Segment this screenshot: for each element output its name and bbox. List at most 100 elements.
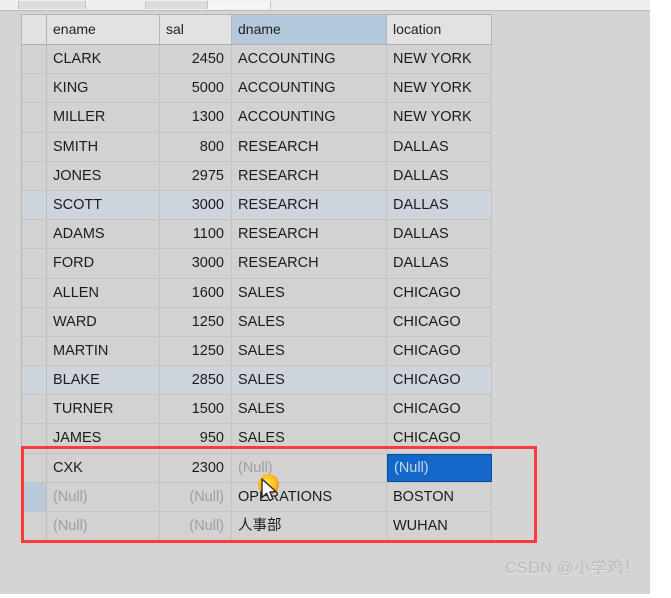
cell-location[interactable]: DALLAS <box>387 161 492 190</box>
cell-dname[interactable]: RESEARCH <box>232 249 387 278</box>
cell-ename[interactable]: FORD <box>47 249 160 278</box>
cell-sal[interactable]: 1500 <box>160 395 232 424</box>
cell-location[interactable]: NEW YORK <box>387 103 492 132</box>
tab-item-2[interactable] <box>145 1 209 9</box>
cell-dname[interactable]: ACCOUNTING <box>232 45 387 74</box>
cell-location[interactable]: CHICAGO <box>387 307 492 336</box>
cell-location[interactable]: BOSTON <box>387 482 492 511</box>
cell-ename[interactable]: (Null) <box>47 482 160 511</box>
column-header-ename[interactable]: ename <box>47 15 160 44</box>
table-row[interactable]: CXK 2300 (Null) (Null) <box>22 453 492 483</box>
cell-dname[interactable]: ACCOUNTING <box>232 103 387 132</box>
cell-sal[interactable]: 1250 <box>160 307 232 336</box>
cell-location[interactable]: NEW YORK <box>387 74 492 103</box>
cell-ename[interactable]: WARD <box>47 307 160 336</box>
tab-item-3[interactable] <box>207 1 271 9</box>
table-row[interactable]: ADAMS 1100 RESEARCH DALLAS <box>22 220 492 250</box>
table-row[interactable]: FORD 3000 RESEARCH DALLAS <box>22 249 492 279</box>
cell-location[interactable]: DALLAS <box>387 249 492 278</box>
cell-dname[interactable]: RESEARCH <box>232 220 387 249</box>
row-gutter[interactable] <box>22 453 47 482</box>
cell-ename[interactable]: (Null) <box>47 512 160 541</box>
cell-sal[interactable]: 2850 <box>160 366 232 395</box>
cell-location[interactable]: CHICAGO <box>387 395 492 424</box>
cell-location-selected[interactable]: (Null) <box>387 453 492 482</box>
table-row[interactable]: WARD 1250 SALES CHICAGO <box>22 307 492 337</box>
cell-sal[interactable]: 1100 <box>160 220 232 249</box>
row-gutter[interactable] <box>22 220 47 249</box>
table-row[interactable]: TURNER 1500 SALES CHICAGO <box>22 395 492 425</box>
cell-ename[interactable]: CLARK <box>47 45 160 74</box>
cell-location[interactable]: WUHAN <box>387 512 492 541</box>
cell-ename[interactable]: MARTIN <box>47 336 160 366</box>
cell-ename[interactable]: JAMES <box>47 424 160 453</box>
cell-ename[interactable]: CXK <box>47 453 160 482</box>
cell-sal[interactable]: 1600 <box>160 278 232 307</box>
row-gutter[interactable] <box>22 249 47 278</box>
cell-dname[interactable]: RESEARCH <box>232 132 387 161</box>
cell-sal[interactable]: 3000 <box>160 249 232 278</box>
cell-ename[interactable]: TURNER <box>47 395 160 424</box>
column-header-sal[interactable]: sal <box>160 15 232 44</box>
cell-sal[interactable]: 1300 <box>160 103 232 132</box>
cell-location[interactable]: CHICAGO <box>387 336 492 366</box>
row-gutter[interactable] <box>22 132 47 161</box>
cell-sal[interactable]: (Null) <box>160 482 232 511</box>
column-header-location[interactable]: location <box>387 15 492 44</box>
cell-ename[interactable]: SMITH <box>47 132 160 161</box>
result-grid[interactable]: ename sal dname location CLARK 2450 ACCO… <box>21 14 492 542</box>
cell-dname[interactable]: SALES <box>232 395 387 424</box>
cell-ename[interactable]: MILLER <box>47 103 160 132</box>
row-gutter[interactable] <box>22 395 47 424</box>
cell-ename[interactable]: KING <box>47 74 160 103</box>
cell-location[interactable]: NEW YORK <box>387 45 492 74</box>
table-row[interactable]: BLAKE 2850 SALES CHICAGO <box>22 366 492 396</box>
row-gutter[interactable] <box>22 307 47 336</box>
cell-dname[interactable]: OPERATIONS <box>232 482 387 511</box>
row-gutter[interactable] <box>22 74 47 103</box>
tab-item-1[interactable] <box>18 1 86 9</box>
row-gutter[interactable] <box>22 45 47 74</box>
row-gutter[interactable] <box>22 512 47 541</box>
cell-dname[interactable]: SALES <box>232 336 387 366</box>
table-row[interactable]: (Null) (Null) 人事部 WUHAN <box>22 512 492 542</box>
cell-sal[interactable]: 950 <box>160 424 232 453</box>
cell-dname[interactable]: SALES <box>232 278 387 307</box>
cell-location[interactable]: DALLAS <box>387 220 492 249</box>
column-header-dname[interactable]: dname <box>232 15 387 44</box>
tab-strip[interactable] <box>0 0 650 11</box>
cell-sal[interactable]: 2450 <box>160 45 232 74</box>
table-row[interactable]: ALLEN 1600 SALES CHICAGO <box>22 278 492 308</box>
table-row[interactable]: MILLER 1300 ACCOUNTING NEW YORK <box>22 103 492 133</box>
cell-location[interactable]: CHICAGO <box>387 366 492 395</box>
table-row[interactable]: MARTIN 1250 SALES CHICAGO <box>22 336 492 367</box>
cell-dname[interactable]: (Null) <box>232 453 387 482</box>
cell-ename[interactable]: ADAMS <box>47 220 160 249</box>
cell-sal[interactable]: 5000 <box>160 74 232 103</box>
cell-location[interactable]: CHICAGO <box>387 278 492 307</box>
cell-sal[interactable]: 3000 <box>160 190 232 220</box>
cell-location[interactable]: DALLAS <box>387 190 492 220</box>
table-row[interactable]: JONES 2975 RESEARCH DALLAS <box>22 161 492 191</box>
cell-location[interactable]: DALLAS <box>387 132 492 161</box>
cell-ename[interactable]: ALLEN <box>47 278 160 307</box>
row-gutter[interactable] <box>22 424 47 453</box>
cell-sal[interactable]: 800 <box>160 132 232 161</box>
row-gutter[interactable] <box>22 190 47 220</box>
cell-dname[interactable]: SALES <box>232 424 387 453</box>
cell-ename[interactable]: JONES <box>47 161 160 190</box>
row-gutter[interactable] <box>22 336 47 366</box>
cell-sal[interactable]: 2975 <box>160 161 232 190</box>
table-row[interactable]: KING 5000 ACCOUNTING NEW YORK <box>22 74 492 104</box>
cell-dname[interactable]: RESEARCH <box>232 161 387 190</box>
cell-dname[interactable]: SALES <box>232 366 387 395</box>
row-gutter[interactable] <box>22 161 47 190</box>
table-row[interactable]: CLARK 2450 ACCOUNTING NEW YORK <box>22 45 492 75</box>
row-gutter[interactable] <box>22 366 47 395</box>
row-gutter[interactable] <box>22 103 47 132</box>
cell-sal[interactable]: (Null) <box>160 512 232 541</box>
cell-ename[interactable]: BLAKE <box>47 366 160 395</box>
table-row[interactable]: (Null) (Null) OPERATIONS BOSTON <box>22 482 492 512</box>
table-row[interactable]: SCOTT 3000 RESEARCH DALLAS <box>22 190 492 221</box>
cell-ename[interactable]: SCOTT <box>47 190 160 220</box>
